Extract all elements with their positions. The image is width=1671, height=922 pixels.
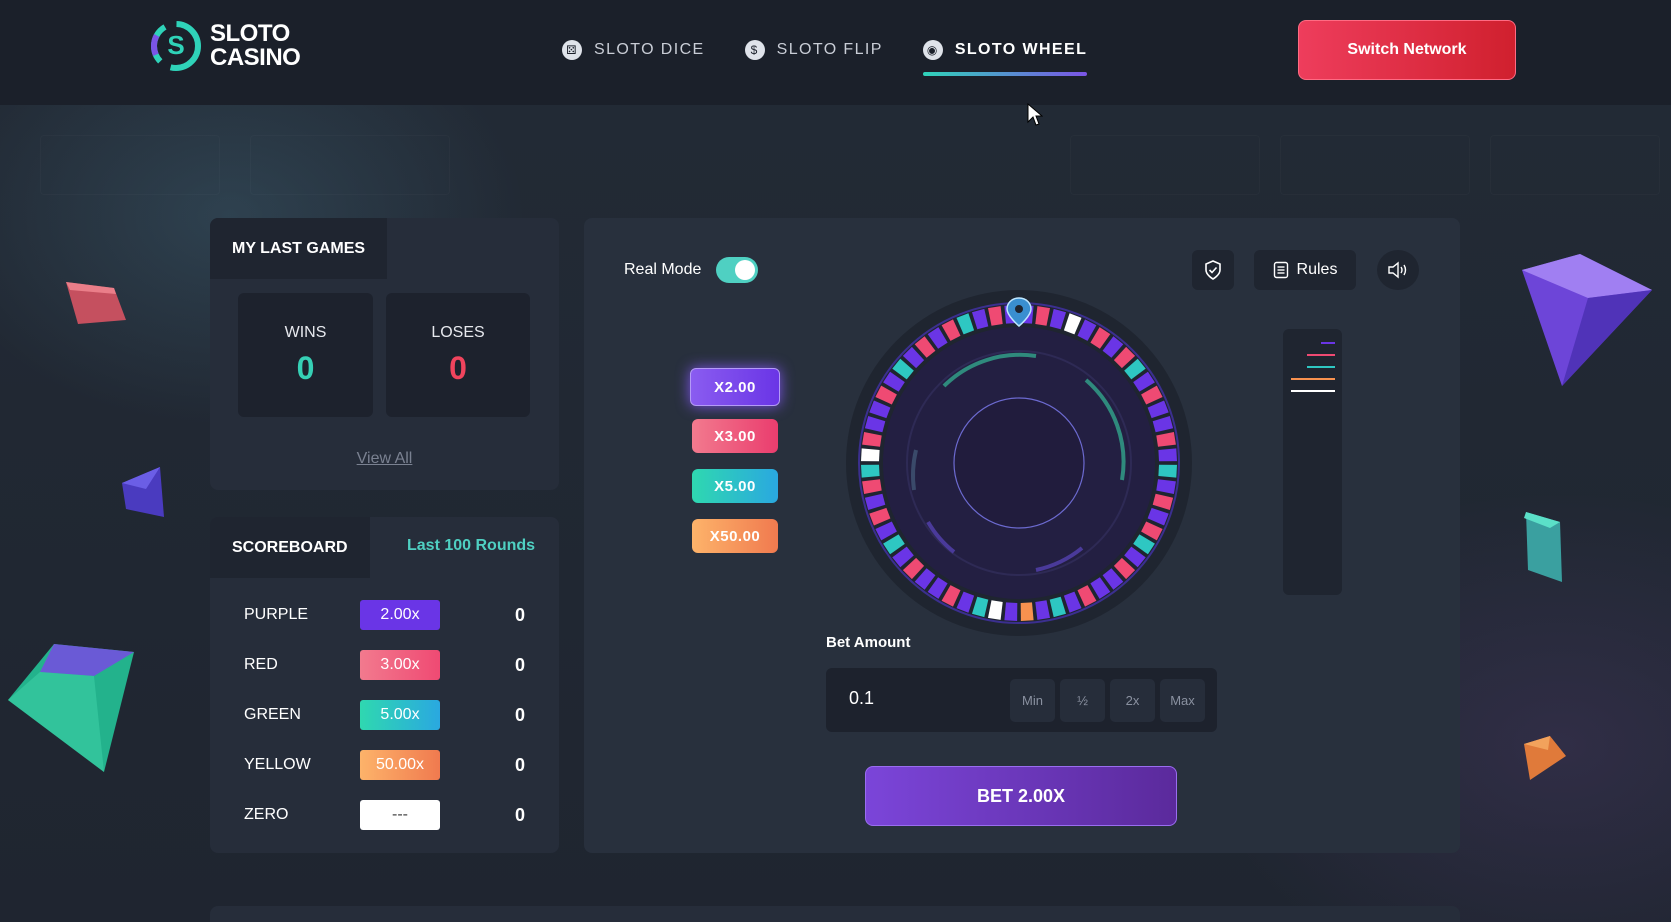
wheel-segment	[861, 464, 880, 478]
wins-value: 0	[296, 349, 315, 386]
speaker-icon	[1388, 261, 1407, 279]
score-count: 0	[514, 704, 525, 725]
bet-amount-label: Bet Amount	[826, 634, 911, 651]
multiplier-5x-button[interactable]: X5.00	[692, 469, 778, 503]
coin-icon: $	[744, 40, 765, 60]
rules-label: Rules	[1296, 261, 1338, 278]
score-label: RED	[244, 656, 278, 673]
history-line	[1307, 354, 1335, 356]
score-count: 0	[514, 604, 525, 625]
background-brick	[1280, 135, 1470, 195]
teal-crystal-icon	[1524, 512, 1562, 582]
svg-text:S: S	[167, 30, 184, 60]
score-label: GREEN	[244, 706, 301, 723]
real-mode-toggle[interactable]	[716, 257, 758, 283]
rules-button[interactable]: Rules	[1254, 250, 1356, 290]
view-all-link[interactable]: View All	[210, 450, 559, 468]
background-brick	[1490, 135, 1660, 195]
history-line	[1291, 378, 1335, 380]
multiplier-badge: 50.00x	[360, 750, 440, 780]
bet-button[interactable]: BET 2.00X	[865, 766, 1177, 826]
bet-half-button[interactable]: ½	[1060, 679, 1105, 722]
score-count: 0	[514, 804, 525, 825]
scoreboard-panel: SCOREBOARD Last 100 Rounds PURPLE 2.00x …	[210, 517, 559, 853]
wheel-segment	[1020, 602, 1034, 621]
logo-icon: S	[151, 21, 201, 71]
loses-value: 0	[449, 349, 467, 386]
bet-max-button[interactable]: Max	[1160, 679, 1205, 722]
provably-fair-button[interactable]	[1192, 250, 1234, 290]
orange-gem-icon	[1524, 736, 1566, 780]
wheel-segment	[861, 448, 880, 462]
multiplier-history-track	[1283, 329, 1342, 595]
bottom-panel-edge	[210, 906, 1460, 922]
wins-label: WINS	[284, 323, 327, 341]
wheel-icon: ◉	[922, 40, 943, 60]
wheel-segment	[1004, 602, 1018, 621]
roulette-wheel	[846, 290, 1192, 636]
green-gem-icon	[8, 644, 134, 772]
nav-sloto-wheel[interactable]: ◉ SLOTO WHEEL	[922, 38, 1088, 76]
mode-label: Real Mode	[624, 261, 702, 278]
shield-check-icon	[1205, 260, 1221, 280]
scoreboard-row-zero: ZERO --- 0	[244, 800, 525, 830]
nav-label: SLOTO DICE	[594, 41, 705, 58]
last-games-title: MY LAST GAMES	[210, 218, 388, 279]
score-label: PURPLE	[244, 606, 309, 623]
score-count: 0	[514, 754, 525, 775]
wheel-segment	[1158, 464, 1177, 478]
multiplier-badge: ---	[360, 800, 440, 830]
sound-toggle-button[interactable]	[1377, 250, 1419, 290]
score-label: ZERO	[244, 806, 289, 823]
background-brick	[250, 135, 450, 195]
logo-text: SLOTO CASINO	[210, 20, 301, 71]
bet-amount-value[interactable]: 0.1	[849, 688, 874, 709]
history-line	[1291, 390, 1335, 392]
loses-box: LOSES 0	[386, 293, 530, 417]
history-line	[1307, 366, 1335, 368]
multiplier-3x-button[interactable]: X3.00	[692, 419, 778, 453]
background-brick	[40, 135, 220, 195]
bet-min-button[interactable]: Min	[1010, 679, 1055, 722]
multiplier-50x-button[interactable]: X50.00	[692, 519, 778, 553]
dice-icon: ⚄	[562, 40, 582, 60]
multiplier-badge: 2.00x	[360, 600, 440, 630]
scoreboard-row-green: GREEN 5.00x 0	[244, 700, 525, 730]
score-count: 0	[514, 654, 525, 675]
multiplier-badge: 3.00x	[360, 650, 440, 680]
logo-text-line2: CASINO	[210, 44, 301, 71]
wins-box: WINS 0	[238, 293, 373, 417]
wheel-segment	[1158, 448, 1177, 462]
red-gem-icon	[66, 282, 126, 324]
bet-amount-field[interactable]: 0.1 Min ½ 2x Max	[826, 668, 1217, 732]
game-nav: ⚄ SLOTO DICE $ SLOTO FLIP ◉ SLOTO WHEEL	[562, 38, 1088, 76]
bet-double-button[interactable]: 2x	[1110, 679, 1155, 722]
background-brick	[1070, 135, 1260, 195]
nav-sloto-dice[interactable]: ⚄ SLOTO DICE	[562, 38, 705, 62]
amethyst-gem-icon	[1522, 254, 1652, 386]
logo-text-line1: SLOTO	[210, 20, 290, 47]
score-label: YELLOW	[244, 756, 311, 773]
tab-last-100-rounds[interactable]: Last 100 Rounds	[407, 537, 535, 555]
scoreboard-row-yellow: YELLOW 50.00x 0	[244, 750, 525, 780]
purple-gem-icon	[122, 467, 164, 517]
sloto-casino-logo[interactable]: S SLOTO CASINO	[150, 20, 301, 72]
switch-network-button[interactable]: Switch Network	[1298, 20, 1516, 80]
nav-label: SLOTO WHEEL	[954, 41, 1088, 58]
scoreboard-title: SCOREBOARD	[210, 517, 370, 578]
scoreboard-row-red: RED 3.00x 0	[244, 650, 525, 680]
last-games-panel: MY LAST GAMES WINS 0 LOSES 0 View All	[210, 218, 559, 490]
history-line	[1321, 342, 1335, 344]
nav-sloto-flip[interactable]: $ SLOTO FLIP	[744, 38, 883, 62]
loses-label: LOSES	[431, 323, 485, 341]
multiplier-2x-button[interactable]: X2.00	[690, 368, 780, 406]
multiplier-badge: 5.00x	[360, 700, 440, 730]
scoreboard-row-purple: PURPLE 2.00x 0	[244, 600, 525, 630]
mouse-cursor-icon	[1027, 103, 1043, 126]
top-navigation-bar: S SLOTO CASINO ⚄ SLOTO DICE $ SLOTO FLIP…	[0, 0, 1671, 105]
nav-label: SLOTO FLIP	[776, 41, 883, 58]
document-list-icon	[1273, 261, 1288, 279]
